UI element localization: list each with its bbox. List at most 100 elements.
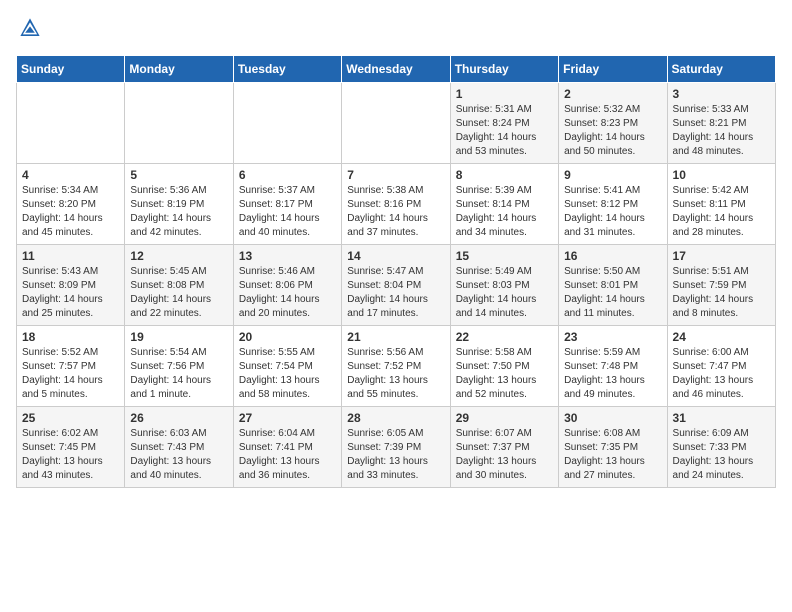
day-number: 5 <box>130 168 227 182</box>
day-number: 27 <box>239 411 336 425</box>
day-number: 7 <box>347 168 444 182</box>
calendar-cell: 2 Sunrise: 5:32 AM Sunset: 8:23 PM Daylig… <box>559 83 667 164</box>
calendar-header: SundayMondayTuesdayWednesdayThursdayFrid… <box>17 56 776 83</box>
calendar-cell: 9 Sunrise: 5:41 AM Sunset: 8:12 PM Daylig… <box>559 164 667 245</box>
day-number: 6 <box>239 168 336 182</box>
calendar-cell <box>125 83 233 164</box>
day-number: 30 <box>564 411 661 425</box>
day-info: Sunrise: 5:36 AM Sunset: 8:19 PM Dayligh… <box>130 184 227 240</box>
day-info: Sunrise: 5:59 AM Sunset: 7:48 PM Dayligh… <box>564 346 661 402</box>
calendar-cell: 12 Sunrise: 5:45 AM Sunset: 8:08 PM Dayli… <box>125 245 233 326</box>
day-number: 9 <box>564 168 661 182</box>
calendar-cell: 23 Sunrise: 5:59 AM Sunset: 7:48 PM Dayli… <box>559 326 667 407</box>
calendar-cell: 11 Sunrise: 5:43 AM Sunset: 8:09 PM Dayli… <box>17 245 125 326</box>
calendar-cell: 20Sunrise: 5:55 AM Sunset: 7:54 PM Dayli… <box>233 326 341 407</box>
calendar-cell: 1 Sunrise: 5:31 AM Sunset: 8:24 PM Daylig… <box>450 83 558 164</box>
calendar-week-5: 25 Sunrise: 6:02 AM Sunset: 7:45 PM Dayli… <box>17 407 776 488</box>
day-info: Sunrise: 6:04 AM Sunset: 7:41 PM Dayligh… <box>239 427 336 483</box>
day-info: Sunrise: 5:49 AM Sunset: 8:03 PM Dayligh… <box>456 265 553 321</box>
calendar-cell: 24 Sunrise: 6:00 AM Sunset: 7:47 PM Dayli… <box>667 326 775 407</box>
calendar-cell <box>17 83 125 164</box>
day-info: Sunrise: 5:45 AM Sunset: 8:08 PM Dayligh… <box>130 265 227 321</box>
day-info: Sunrise: 5:42 AM Sunset: 8:11 PM Dayligh… <box>673 184 770 240</box>
day-info: Sunrise: 6:02 AM Sunset: 7:45 PM Dayligh… <box>22 427 119 483</box>
day-info: Sunrise: 5:47 AM Sunset: 8:04 PM Dayligh… <box>347 265 444 321</box>
day-number: 2 <box>564 87 661 101</box>
calendar-cell: 15Sunrise: 5:49 AM Sunset: 8:03 PM Dayli… <box>450 245 558 326</box>
day-info: Sunrise: 6:05 AM Sunset: 7:39 PM Dayligh… <box>347 427 444 483</box>
calendar-table: SundayMondayTuesdayWednesdayThursdayFrid… <box>16 55 776 488</box>
day-info: Sunrise: 5:37 AM Sunset: 8:17 PM Dayligh… <box>239 184 336 240</box>
day-info: Sunrise: 5:51 AM Sunset: 7:59 PM Dayligh… <box>673 265 770 321</box>
day-info: Sunrise: 5:54 AM Sunset: 7:56 PM Dayligh… <box>130 346 227 402</box>
day-info: Sunrise: 6:00 AM Sunset: 7:47 PM Dayligh… <box>673 346 770 402</box>
logo-icon <box>18 16 42 40</box>
day-number: 23 <box>564 330 661 344</box>
calendar-cell: 30 Sunrise: 6:08 AM Sunset: 7:35 PM Dayli… <box>559 407 667 488</box>
day-number: 29 <box>456 411 553 425</box>
calendar-cell: 18Sunrise: 5:52 AM Sunset: 7:57 PM Dayli… <box>17 326 125 407</box>
day-info: Sunrise: 5:31 AM Sunset: 8:24 PM Dayligh… <box>456 103 553 159</box>
day-info: Sunrise: 5:33 AM Sunset: 8:21 PM Dayligh… <box>673 103 770 159</box>
calendar-cell <box>233 83 341 164</box>
calendar-cell: 8Sunrise: 5:39 AM Sunset: 8:14 PM Daylig… <box>450 164 558 245</box>
day-info: Sunrise: 5:38 AM Sunset: 8:16 PM Dayligh… <box>347 184 444 240</box>
calendar-week-2: 4Sunrise: 5:34 AM Sunset: 8:20 PM Daylig… <box>17 164 776 245</box>
calendar-cell: 17 Sunrise: 5:51 AM Sunset: 7:59 PM Dayli… <box>667 245 775 326</box>
header <box>16 16 776 45</box>
day-info: Sunrise: 5:34 AM Sunset: 8:20 PM Dayligh… <box>22 184 119 240</box>
day-number: 18 <box>22 330 119 344</box>
day-info: Sunrise: 6:07 AM Sunset: 7:37 PM Dayligh… <box>456 427 553 483</box>
calendar-cell: 16Sunrise: 5:50 AM Sunset: 8:01 PM Dayli… <box>559 245 667 326</box>
day-number: 1 <box>456 87 553 101</box>
day-info: Sunrise: 5:39 AM Sunset: 8:14 PM Dayligh… <box>456 184 553 240</box>
calendar-cell: 14 Sunrise: 5:47 AM Sunset: 8:04 PM Dayli… <box>342 245 450 326</box>
day-info: Sunrise: 5:56 AM Sunset: 7:52 PM Dayligh… <box>347 346 444 402</box>
calendar-week-3: 11 Sunrise: 5:43 AM Sunset: 8:09 PM Dayli… <box>17 245 776 326</box>
calendar-cell: 5 Sunrise: 5:36 AM Sunset: 8:19 PM Daylig… <box>125 164 233 245</box>
column-header-friday: Friday <box>559 56 667 83</box>
column-header-sunday: Sunday <box>17 56 125 83</box>
day-number: 3 <box>673 87 770 101</box>
calendar-cell: 28Sunrise: 6:05 AM Sunset: 7:39 PM Dayli… <box>342 407 450 488</box>
calendar-cell: 19 Sunrise: 5:54 AM Sunset: 7:56 PM Dayli… <box>125 326 233 407</box>
day-number: 12 <box>130 249 227 263</box>
day-info: Sunrise: 6:09 AM Sunset: 7:33 PM Dayligh… <box>673 427 770 483</box>
day-info: Sunrise: 5:58 AM Sunset: 7:50 PM Dayligh… <box>456 346 553 402</box>
day-number: 24 <box>673 330 770 344</box>
logo <box>16 16 46 45</box>
header-row: SundayMondayTuesdayWednesdayThursdayFrid… <box>17 56 776 83</box>
day-number: 14 <box>347 249 444 263</box>
day-number: 25 <box>22 411 119 425</box>
day-info: Sunrise: 5:55 AM Sunset: 7:54 PM Dayligh… <box>239 346 336 402</box>
calendar-cell: 6 Sunrise: 5:37 AM Sunset: 8:17 PM Daylig… <box>233 164 341 245</box>
day-number: 21 <box>347 330 444 344</box>
day-number: 13 <box>239 249 336 263</box>
day-info: Sunrise: 5:46 AM Sunset: 8:06 PM Dayligh… <box>239 265 336 321</box>
column-header-monday: Monday <box>125 56 233 83</box>
day-number: 26 <box>130 411 227 425</box>
calendar-cell: 3 Sunrise: 5:33 AM Sunset: 8:21 PM Daylig… <box>667 83 775 164</box>
day-number: 11 <box>22 249 119 263</box>
day-info: Sunrise: 5:41 AM Sunset: 8:12 PM Dayligh… <box>564 184 661 240</box>
day-info: Sunrise: 5:50 AM Sunset: 8:01 PM Dayligh… <box>564 265 661 321</box>
calendar-cell: 25 Sunrise: 6:02 AM Sunset: 7:45 PM Dayli… <box>17 407 125 488</box>
day-number: 10 <box>673 168 770 182</box>
column-header-saturday: Saturday <box>667 56 775 83</box>
day-info: Sunrise: 5:43 AM Sunset: 8:09 PM Dayligh… <box>22 265 119 321</box>
day-number: 17 <box>673 249 770 263</box>
calendar-week-1: 1 Sunrise: 5:31 AM Sunset: 8:24 PM Daylig… <box>17 83 776 164</box>
day-info: Sunrise: 6:08 AM Sunset: 7:35 PM Dayligh… <box>564 427 661 483</box>
day-number: 31 <box>673 411 770 425</box>
column-header-wednesday: Wednesday <box>342 56 450 83</box>
day-info: Sunrise: 6:03 AM Sunset: 7:43 PM Dayligh… <box>130 427 227 483</box>
day-info: Sunrise: 5:32 AM Sunset: 8:23 PM Dayligh… <box>564 103 661 159</box>
column-header-thursday: Thursday <box>450 56 558 83</box>
calendar-week-4: 18Sunrise: 5:52 AM Sunset: 7:57 PM Dayli… <box>17 326 776 407</box>
calendar-cell <box>342 83 450 164</box>
calendar-body: 1 Sunrise: 5:31 AM Sunset: 8:24 PM Daylig… <box>17 83 776 488</box>
day-number: 19 <box>130 330 227 344</box>
day-number: 22 <box>456 330 553 344</box>
calendar-cell: 4Sunrise: 5:34 AM Sunset: 8:20 PM Daylig… <box>17 164 125 245</box>
column-header-tuesday: Tuesday <box>233 56 341 83</box>
